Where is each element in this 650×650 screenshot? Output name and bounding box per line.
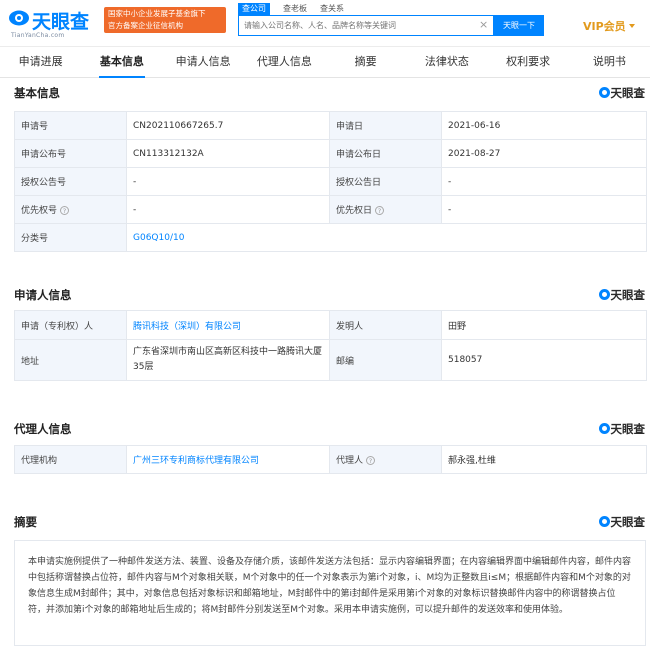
- search-tab-relation[interactable]: 查关系: [320, 3, 344, 15]
- field-label: 代理人: [336, 456, 364, 466]
- field-value: -: [126, 167, 330, 196]
- field-label: 邮编: [329, 339, 442, 381]
- table-row: 申请公布号 CN113312132A 申请公布日 2021-08-27: [14, 139, 647, 168]
- field-label-with-help: 代理人?: [329, 445, 442, 474]
- tianyancha-watermark: 天眼查: [598, 514, 645, 530]
- field-value: 郝永强,杜维: [441, 445, 647, 474]
- field-label-with-help: 优先权号?: [14, 195, 127, 224]
- field-value: -: [441, 167, 647, 196]
- table-row: 代理机构 广州三环专利商标代理有限公司 代理人? 郝永强,杜维: [14, 445, 647, 474]
- tab-progress[interactable]: 申请进展: [0, 47, 81, 77]
- slogan-line-1: 国家中小企业发展子基金旗下: [108, 9, 206, 18]
- table-row: 申请号 CN202110667265.7 申请日 2021-06-16: [14, 111, 647, 140]
- section-title: 代理人信息: [14, 422, 72, 436]
- site-logo[interactable]: 天眼查 TianYanCha.com: [8, 6, 100, 40]
- search-button[interactable]: 天眼一下: [494, 15, 544, 36]
- agent-info-table: 代理机构 广州三环专利商标代理有限公司 代理人? 郝永强,杜维: [14, 445, 647, 474]
- field-value: 田野: [441, 310, 647, 340]
- table-row: 申请（专利权）人 腾讯科技（深圳）有限公司 发明人 田野: [14, 310, 647, 340]
- field-value: 2021-06-16: [441, 111, 647, 140]
- agent-org-link[interactable]: 广州三环专利商标代理有限公司: [133, 456, 259, 466]
- search-input[interactable]: [239, 16, 484, 35]
- field-label: 优先权日: [336, 206, 373, 216]
- tianyancha-watermark: 天眼查: [598, 287, 645, 303]
- section-title: 摘要: [14, 515, 37, 529]
- tab-claims[interactable]: 权利要求: [488, 47, 569, 77]
- field-label: 代理机构: [14, 445, 127, 474]
- field-value: CN202110667265.7: [126, 111, 330, 140]
- section-tabbar: 申请进展 基本信息 申请人信息 代理人信息 摘要 法律状态 权利要求 说明书: [0, 46, 650, 78]
- tab-description[interactable]: 说明书: [569, 47, 650, 77]
- field-label-with-help: 优先权日?: [329, 195, 442, 224]
- slogan-line-2: 官方备案企业征信机构: [108, 21, 183, 30]
- field-value: 广东省深圳市南山区高新区科技中一路腾讯大厦35层: [126, 339, 330, 381]
- tab-abstract[interactable]: 摘要: [325, 47, 406, 77]
- tab-applicant-info[interactable]: 申请人信息: [163, 47, 244, 77]
- applicant-cell: 腾讯科技（深圳）有限公司: [126, 310, 330, 340]
- table-row: 地址 广东省深圳市南山区高新区科技中一路腾讯大厦35层 邮编 518057: [14, 339, 647, 381]
- eye-logo-icon: [598, 423, 610, 434]
- field-label: 申请（专利权）人: [14, 310, 127, 340]
- search-tab-boss[interactable]: 查老板: [283, 3, 307, 15]
- chevron-down-icon: [628, 24, 635, 28]
- help-icon[interactable]: ?: [375, 206, 385, 215]
- slogan-badge: 国家中小企业发展子基金旗下 官方备案企业征信机构: [104, 7, 226, 33]
- vip-label: VIP会员: [583, 20, 626, 33]
- help-icon[interactable]: ?: [60, 206, 70, 215]
- applicant-info-table: 申请（专利权）人 腾讯科技（深圳）有限公司 发明人 田野 地址 广东省深圳市南山…: [14, 310, 647, 381]
- tianyancha-watermark: 天眼查: [598, 421, 645, 437]
- field-value: 2021-08-27: [441, 139, 647, 168]
- section-title: 基本信息: [14, 86, 60, 100]
- field-value: -: [441, 195, 647, 224]
- tab-basic-info[interactable]: 基本信息: [81, 47, 162, 78]
- help-icon[interactable]: ?: [366, 456, 376, 465]
- abstract-text: 本申请实施例提供了一种邮件发送方法、装置、设备及存储介质，该邮件发送方法包括：显…: [14, 540, 646, 646]
- table-row: 授权公告号 - 授权公告日 -: [14, 167, 647, 196]
- field-label: 申请日: [329, 111, 442, 140]
- tianyancha-watermark: 天眼查: [598, 85, 645, 101]
- tab-legal-status[interactable]: 法律状态: [406, 47, 487, 77]
- logo-text: 天眼查: [32, 11, 90, 33]
- field-label: 发明人: [329, 310, 442, 340]
- field-label: 授权公告日: [329, 167, 442, 196]
- field-label: 优先权号: [21, 206, 58, 216]
- field-label: 地址: [14, 339, 127, 381]
- agent-org-cell: 广州三环专利商标代理有限公司: [126, 445, 330, 474]
- classification-cell: G06Q10/10: [126, 223, 647, 252]
- search-type-tabs: 查公司 查老板 查关系: [238, 3, 357, 15]
- field-value: -: [126, 195, 330, 224]
- eye-logo-icon: [598, 289, 610, 300]
- field-label: 授权公告号: [14, 167, 127, 196]
- field-label: 分类号: [14, 223, 127, 252]
- classification-link[interactable]: G06Q10/10: [133, 233, 184, 243]
- section-title: 申请人信息: [14, 288, 72, 302]
- basic-info-table: 申请号 CN202110667265.7 申请日 2021-06-16 申请公布…: [14, 111, 647, 252]
- field-value: CN113312132A: [126, 139, 330, 168]
- applicant-link[interactable]: 腾讯科技（深圳）有限公司: [133, 322, 241, 332]
- table-row: 优先权号? - 优先权日? -: [14, 195, 647, 224]
- eye-logo-icon: [598, 87, 610, 98]
- eye-logo-icon: [598, 516, 610, 527]
- field-label: 申请公布号: [14, 139, 127, 168]
- top-header: 天眼查 TianYanCha.com 国家中小企业发展子基金旗下 官方备案企业征…: [0, 0, 650, 46]
- table-row: 分类号 G06Q10/10: [14, 223, 647, 252]
- field-label: 申请号: [14, 111, 127, 140]
- tab-agent-info[interactable]: 代理人信息: [244, 47, 325, 77]
- search-box: ×: [238, 15, 494, 36]
- clear-icon[interactable]: ×: [479, 18, 488, 32]
- logo-subtitle: TianYanCha.com: [11, 32, 65, 39]
- vip-menu[interactable]: VIP会员: [583, 18, 635, 34]
- field-label: 申请公布日: [329, 139, 442, 168]
- search-tab-company[interactable]: 查公司: [238, 3, 270, 15]
- eye-logo-icon: [9, 10, 29, 26]
- field-value: 518057: [441, 339, 647, 381]
